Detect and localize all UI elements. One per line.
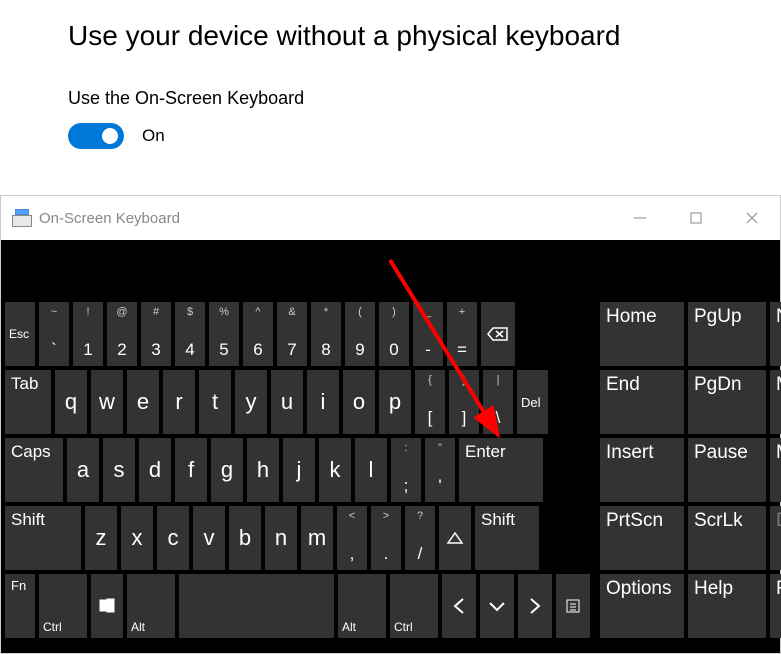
key-a[interactable]: a [67,438,99,502]
key-d[interactable]: d [139,438,171,502]
osk-window-title: On-Screen Keyboard [39,210,180,227]
key-\[interactable]: |\ [483,370,513,434]
key-y[interactable]: y [235,370,267,434]
key-n[interactable]: n [265,506,297,570]
key-2[interactable]: @2 [107,302,137,366]
key-dock[interactable]: Dock [770,506,781,570]
key-0[interactable]: )0 [379,302,409,366]
osk-toggle-label: Use the On-Screen Keyboard [68,88,781,109]
key-1[interactable]: !1 [73,302,103,366]
key-=[interactable]: += [447,302,477,366]
key-caps[interactable]: Caps [5,438,63,502]
key-windows[interactable] [91,574,123,638]
key-q[interactable]: q [55,370,87,434]
key-esc[interactable]: Esc [5,302,35,366]
key-tab[interactable]: Tab [5,370,51,434]
key-pgdn[interactable]: PgDn [688,370,766,434]
key-4[interactable]: $4 [175,302,205,366]
key--[interactable]: _- [413,302,443,366]
key-r[interactable]: r [163,370,195,434]
key-prtscn[interactable]: PrtScn [600,506,684,570]
key-3[interactable]: #3 [141,302,171,366]
settings-heading: Use your device without a physical keybo… [68,20,781,52]
key-del[interactable]: Del [517,370,548,434]
key-c[interactable]: c [157,506,189,570]
key-.[interactable]: >. [371,506,401,570]
key-/[interactable]: ?/ [405,506,435,570]
key-j[interactable]: j [283,438,315,502]
key-enter[interactable]: Enter [459,438,543,502]
key-options[interactable]: Options [600,574,684,638]
key-6[interactable]: ^6 [243,302,273,366]
key-alt-right[interactable]: Alt [338,574,386,638]
key-w[interactable]: w [91,370,123,434]
osk-window: On-Screen Keyboard Esc~`!1@2#3$4%5^6&7*8… [0,195,781,654]
key-i[interactable]: i [307,370,339,434]
key-l[interactable]: l [355,438,387,502]
close-button[interactable] [724,196,780,240]
key-insert[interactable]: Insert [600,438,684,502]
key-[[interactable]: {[ [415,370,445,434]
key-space[interactable] [179,574,334,638]
key-g[interactable]: g [211,438,243,502]
osk-body: Esc~`!1@2#3$4%5^6&7*8(9)0_-+= Tabqwertyui… [1,240,780,653]
key-`[interactable]: ~` [39,302,69,366]
key-ctrl-right[interactable]: Ctrl [390,574,438,638]
key-9[interactable]: (9 [345,302,375,366]
key-o[interactable]: o [343,370,375,434]
osk-toggle-state: On [142,126,165,146]
key-nav[interactable]: Nav [770,302,781,366]
key-shift-right[interactable]: Shift [475,506,539,570]
key-][interactable]: }] [449,370,479,434]
key-arrow-down[interactable] [480,574,514,638]
key-k[interactable]: k [319,438,351,502]
key-e[interactable]: e [127,370,159,434]
key-shift-left[interactable]: Shift [5,506,81,570]
key-arrow-right[interactable] [518,574,552,638]
key-5[interactable]: %5 [209,302,239,366]
key-menu[interactable] [556,574,590,638]
key-,[interactable]: <, [337,506,367,570]
key-backspace[interactable] [481,302,515,366]
key-u[interactable]: u [271,370,303,434]
maximize-button[interactable] [668,196,724,240]
key-arrow-left[interactable] [442,574,476,638]
key-z[interactable]: z [85,506,117,570]
key-x[interactable]: x [121,506,153,570]
key-end[interactable]: End [600,370,684,434]
key-ctrl-left[interactable]: Ctrl [39,574,87,638]
osk-titlebar: On-Screen Keyboard [1,196,780,240]
key-'[interactable]: "' [425,438,455,502]
key-pause[interactable]: Pause [688,438,766,502]
key-8[interactable]: *8 [311,302,341,366]
key-home[interactable]: Home [600,302,684,366]
toggle-thumb [102,128,118,144]
key-f[interactable]: f [175,438,207,502]
key-p[interactable]: p [379,370,411,434]
key-fade[interactable]: Fade [770,574,781,638]
key-alt-left[interactable]: Alt [127,574,175,638]
key-m[interactable]: m [301,506,333,570]
key-v[interactable]: v [193,506,225,570]
key-mv-dn[interactable]: Mv Dn [770,438,781,502]
osk-app-icon [11,209,33,227]
key-;[interactable]: :; [391,438,421,502]
key-h[interactable]: h [247,438,279,502]
key-arrow-up[interactable] [439,506,471,570]
key-pgup[interactable]: PgUp [688,302,766,366]
key-fn[interactable]: Fn [5,574,35,638]
key-7[interactable]: &7 [277,302,307,366]
key-s[interactable]: s [103,438,135,502]
minimize-button[interactable] [612,196,668,240]
key-help[interactable]: Help [688,574,766,638]
key-b[interactable]: b [229,506,261,570]
key-scrlk[interactable]: ScrLk [688,506,766,570]
osk-toggle[interactable] [68,123,124,149]
key-t[interactable]: t [199,370,231,434]
key-mv-up[interactable]: Mv Up [770,370,781,434]
